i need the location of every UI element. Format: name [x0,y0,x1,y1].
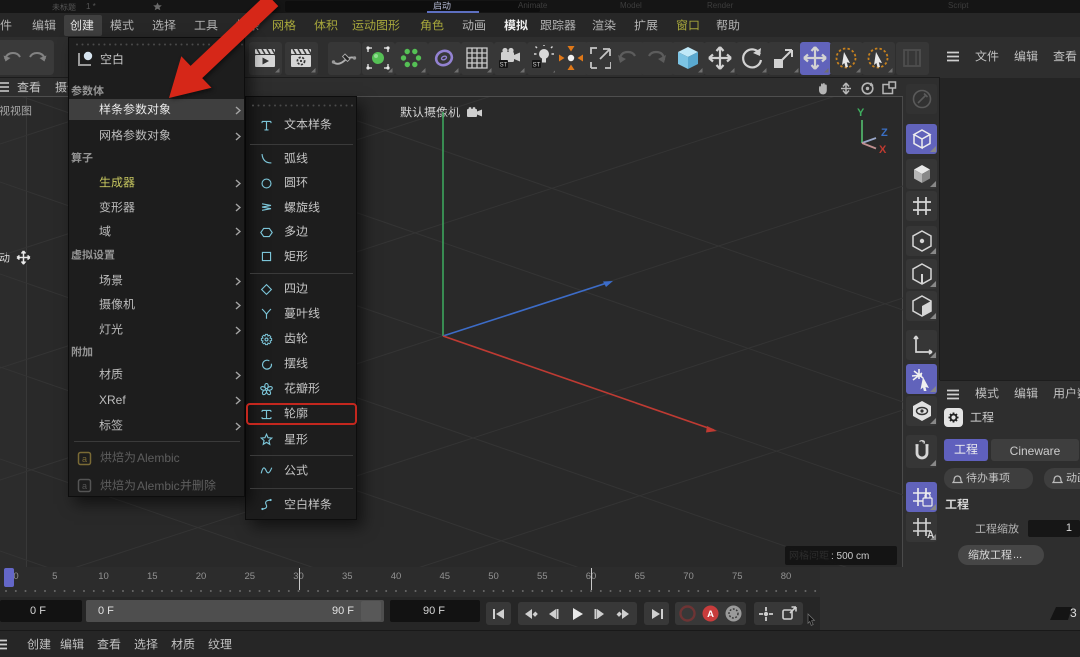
svg-text:A: A [927,530,934,539]
svg-text:ST: ST [500,63,508,69]
svg-text:a: a [82,454,87,464]
svg-text:A: A [707,609,714,620]
svg-text:ST: ST [533,63,541,69]
svg-text:a: a [82,481,87,491]
